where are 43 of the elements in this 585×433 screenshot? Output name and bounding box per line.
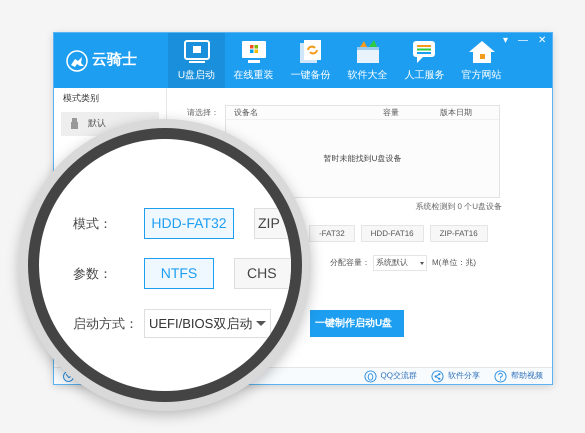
usb-drive-icon	[182, 38, 210, 64]
make-bootable-button[interactable]: 一键制作启动U盘	[310, 310, 404, 337]
option-button[interactable]: CHS	[234, 258, 291, 289]
house-icon	[468, 38, 496, 64]
footer-link[interactable]: 软件分享	[431, 370, 480, 382]
option-button[interactable]: ZIP	[254, 208, 291, 239]
mode-option[interactable]: ZIP-FAT16	[430, 225, 488, 242]
help-icon	[494, 370, 507, 382]
nav-tab[interactable]: 人工服务	[396, 33, 453, 88]
window-control[interactable]: ✕	[538, 35, 546, 47]
nav-tab[interactable]: 软件大全	[339, 33, 396, 88]
option-button[interactable]: NTFS	[144, 258, 214, 289]
logo-text: 云骑士	[92, 50, 137, 70]
empty-message: 暂时未能找到U盘设备	[324, 152, 402, 164]
capacity-label: 分配容量：	[330, 257, 370, 269]
option-button[interactable]: HDD-FAT32	[144, 208, 234, 239]
sidebar-title: 模式类别	[62, 92, 100, 105]
column-header: 设备名	[233, 106, 259, 118]
mode-option[interactable]: -FAT32	[309, 225, 355, 242]
option-label: 启动方式：	[73, 314, 139, 333]
usb-stick-icon	[71, 118, 78, 129]
caret-icon	[256, 321, 266, 326]
capacity-unit: M(单位：兆)	[432, 257, 476, 269]
knight-logo-icon	[66, 50, 88, 72]
share-icon	[431, 370, 444, 382]
select-label: 请选择：	[187, 107, 219, 119]
column-header: 容量	[382, 106, 400, 118]
caret-icon	[420, 262, 424, 264]
nav-tab[interactable]: 在线重装	[225, 33, 282, 88]
device-count: 系统检测到 0 个U盘设备	[415, 201, 502, 213]
footer-link[interactable]: QQ交流群	[364, 370, 417, 382]
option-label: 模式：	[73, 214, 113, 233]
mode-option[interactable]: HDD-FAT16	[360, 225, 424, 242]
capacity-select[interactable]: 系统默认	[373, 255, 427, 271]
nav-tab[interactable]: 一键备份	[282, 33, 339, 88]
boot-mode-select[interactable]: UEFI/BIOS双启动	[144, 309, 271, 338]
window-control[interactable]: ▾	[503, 35, 508, 47]
nav-tab[interactable]: U盘启动	[168, 33, 225, 88]
column-header: 版本日期	[439, 106, 473, 118]
option-label: 参数：	[73, 264, 113, 283]
footer-link[interactable]: 帮助视频	[494, 370, 543, 382]
window-control[interactable]: —	[518, 35, 528, 47]
monitor-icon	[240, 38, 268, 64]
